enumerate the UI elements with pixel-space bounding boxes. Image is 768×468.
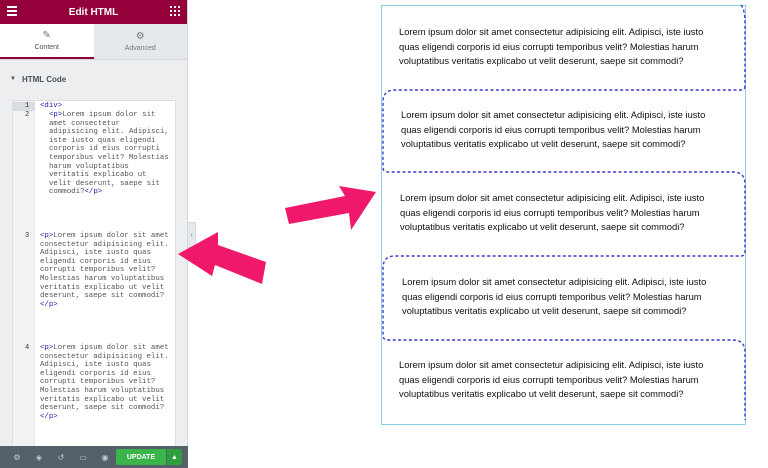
section-toggle-html-code[interactable]: ▼ HTML Code — [0, 66, 187, 92]
paragraph-line: Lorem ipsum dolor sit amet consectetur a… — [400, 192, 705, 203]
widgets-grid-icon[interactable] — [170, 6, 180, 16]
code-tag: </p> — [84, 188, 103, 197]
paragraph-line: quas eligendi corporis id eius corrupti … — [399, 40, 699, 52]
code-line[interactable]: <p>Lorem ipsum dolor sit amet consectetu… — [40, 232, 171, 309]
hamburger-menu-icon[interactable] — [7, 6, 17, 16]
section-title: HTML Code — [21, 74, 67, 84]
code-tag: <p> — [40, 344, 54, 352]
line-number: 3 — [25, 232, 30, 240]
paragraph-line: voluptatibus veritatis explicabo ut veli… — [400, 221, 685, 232]
paragraph-line: quas eligendi corporis id eius corrupti … — [402, 290, 702, 302]
code-tag: <p> — [40, 232, 54, 240]
code-tag: </p> — [40, 300, 58, 309]
tab-advanced-label: Advanced — [124, 45, 156, 52]
tab-content[interactable]: ✎ Content — [0, 24, 94, 59]
code-tag: <p> — [49, 111, 63, 119]
gear-icon: ⚙ — [135, 31, 145, 42]
arrow-right-icon — [285, 186, 376, 230]
line-number: 2 — [25, 111, 30, 119]
preview-paragraph: Lorem ipsum dolor sit amet consectetur a… — [402, 275, 706, 319]
paragraph-line: Lorem ipsum dolor sit amet consectetur a… — [399, 26, 704, 37]
update-button[interactable]: UPDATE — [116, 449, 166, 465]
paragraph-line: quas eligendi corporis id eius corrupti … — [399, 373, 699, 385]
paragraph-line: voluptatibus veritatis explicabo ut veli… — [399, 55, 684, 66]
editor-panel: Edit HTML ✎ Content ⚙ Advanced ▼ HTML Co… — [0, 0, 188, 468]
paragraph-line: voluptatibus veritatis explicabo ut veli… — [402, 305, 687, 316]
code-tag: </p> — [40, 412, 58, 421]
tab-content-label: Content — [34, 44, 60, 51]
preview-paragraph: Lorem ipsum dolor sit amet consectetur a… — [400, 191, 704, 235]
paragraph-line: Lorem ipsum dolor sit amet consectetur a… — [399, 359, 704, 370]
line-number-gutter — [13, 101, 35, 447]
paragraph-line: Lorem ipsum dolor sit amet consectetur a… — [401, 109, 706, 120]
code-line[interactable]: <div> — [40, 102, 171, 111]
layers-icon[interactable]: ◈ — [28, 453, 50, 462]
paragraph-line: quas eligendi corporis id eius corrupti … — [400, 206, 700, 218]
code-line[interactable]: <p>Lorem ipsum dolor sit amet consectetu… — [49, 111, 171, 197]
line-number: 4 — [25, 344, 30, 352]
code-text: Lorem ipsum dolor sit amet consectetur a… — [40, 344, 174, 413]
code-tag: <div> — [40, 102, 63, 110]
update-options-caret-icon[interactable]: ▲ — [167, 449, 182, 465]
code-line[interactable]: <p>Lorem ipsum dolor sit amet consectetu… — [40, 344, 171, 421]
preview-paragraph: Lorem ipsum dolor sit amet consectetur a… — [399, 358, 703, 402]
tab-advanced[interactable]: ⚙ Advanced — [93, 24, 187, 59]
code-text: Lorem ipsum dolor sit amet consectetur a… — [40, 232, 174, 301]
settings-icon[interactable]: ⚙ — [6, 453, 28, 462]
pencil-icon: ✎ — [42, 30, 51, 41]
paragraph-line: voluptatibus veritatis explicabo ut veli… — [399, 388, 684, 399]
panel-tabs: ✎ Content ⚙ Advanced — [0, 24, 187, 60]
paragraph-line: voluptatibus veritatis explicabo ut veli… — [401, 138, 686, 149]
panel-title: Edit HTML — [68, 6, 119, 18]
preview-eye-icon[interactable]: ◉ — [94, 453, 116, 462]
caret-down-icon: ▼ — [10, 76, 16, 82]
preview-paragraph: Lorem ipsum dolor sit amet consectetur a… — [401, 108, 705, 152]
paragraph-line: Lorem ipsum dolor sit amet consectetur a… — [402, 276, 707, 287]
line-number: 1 — [13, 102, 35, 111]
code-editor[interactable]: 1 <div> 2 <p>Lorem ipsum dolor sit amet … — [12, 100, 176, 448]
history-icon[interactable]: ↺ — [50, 453, 72, 462]
panel-header: Edit HTML — [0, 0, 187, 24]
preview-paragraph: Lorem ipsum dolor sit amet consectetur a… — [399, 25, 703, 69]
code-text: Lorem ipsum dolor sit amet consectetur a… — [49, 111, 174, 197]
responsive-icon[interactable]: ▭ — [72, 453, 94, 462]
panel-footer: ⚙ ◈ ↺ ▭ ◉ UPDATE ▲ — [0, 446, 188, 468]
paragraph-line: quas eligendi corporis id eius corrupti … — [401, 123, 701, 135]
screenshot-root: Edit HTML ✎ Content ⚙ Advanced ▼ HTML Co… — [0, 0, 768, 468]
collapse-panel-chevron-icon[interactable]: ‹ — [188, 222, 196, 248]
